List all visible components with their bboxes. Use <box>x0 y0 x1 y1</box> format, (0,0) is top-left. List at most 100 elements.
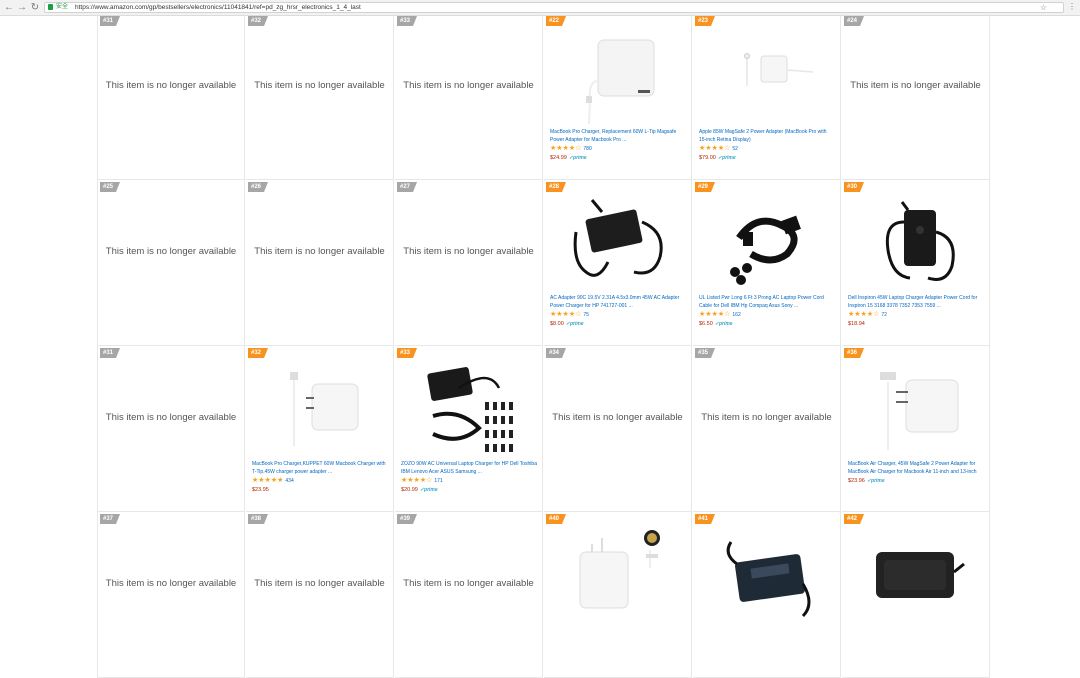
slim-charger-image[interactable] <box>866 524 966 624</box>
back-icon[interactable]: ← <box>4 2 14 13</box>
stars-icon: ★★★★☆ <box>699 145 731 152</box>
product-cell[interactable]: #33 ZOZO 90W AC Universal Laptop Charger … <box>395 346 543 512</box>
power-cord-image[interactable] <box>717 192 817 292</box>
product-cell: #38 This item is no longer available <box>246 512 394 678</box>
product-cell: #34 This item is no longer available <box>544 346 692 512</box>
magsafe-white-badge-image[interactable] <box>568 524 668 624</box>
review-count-link[interactable]: 52 <box>732 146 738 152</box>
price: $6.50 <box>699 321 713 327</box>
product-cell[interactable]: #22 MacBook Pro Charger, Replacement 60W … <box>544 14 692 180</box>
url-text[interactable]: https://www.amazon.com/gp/bestsellers/el… <box>75 3 361 12</box>
magsafe2-t-tip-image[interactable] <box>866 358 966 458</box>
unavailable-message: This item is no longer available <box>403 80 534 91</box>
product-cell: #27 This item is no longer available <box>395 180 543 346</box>
product-title-link[interactable]: MacBook Pro Charger,KUPPET 60W Macbook C… <box>252 460 388 476</box>
rank-badge: #38 <box>248 514 269 524</box>
price: $20.99 <box>401 487 418 493</box>
hp-charger-image[interactable] <box>717 524 817 624</box>
browser-menu-icon[interactable]: ⋮ <box>1068 2 1076 11</box>
prime-badge: ✓prime <box>714 321 733 327</box>
magsafe2-white-image[interactable] <box>270 358 370 458</box>
product-cell[interactable]: #23 Apple 85W MagSafe 2 Power Adapter (Ma… <box>693 14 841 180</box>
review-count-link[interactable]: 162 <box>732 312 740 318</box>
price-line: $6.50 ✓prime <box>699 320 733 328</box>
star-rating[interactable]: ★★★★☆ 780 <box>550 145 592 153</box>
rank-badge: #26 <box>248 182 269 192</box>
unavailable-message: This item is no longer available <box>701 412 832 423</box>
product-cell[interactable]: #30 Dell Inspiron 45W Laptop Charger Adap… <box>842 180 990 346</box>
rank-badge: #42 <box>844 514 865 524</box>
star-rating[interactable]: ★★★★☆ 72 <box>848 311 887 319</box>
price-line: $20.99 ✓prime <box>401 486 438 494</box>
unavailable-message: This item is no longer available <box>850 80 981 91</box>
bookmark-star-icon[interactable]: ☆ <box>1040 3 1047 12</box>
product-cell: #31 This item is no longer available <box>97 14 245 180</box>
star-rating[interactable]: ★★★★☆ 171 <box>401 477 443 485</box>
rank-badge: #32 <box>248 348 269 358</box>
product-cell[interactable]: #32 MacBook Pro Charger,KUPPET 60W Macboo… <box>246 346 394 512</box>
rank-badge: #34 <box>546 348 567 358</box>
rank-badge: #39 <box>397 514 418 524</box>
unavailable-message: This item is no longer available <box>403 246 534 257</box>
product-title-link[interactable]: ZOZO 90W AC Universal Laptop Charger for… <box>401 460 537 476</box>
stars-icon: ★★★★☆ <box>550 311 582 318</box>
review-count-link[interactable]: 780 <box>583 146 591 152</box>
magsafe-l-charger-image[interactable] <box>568 26 668 126</box>
reload-icon[interactable]: ↻ <box>30 2 40 13</box>
product-cell[interactable]: #41 <box>693 512 841 678</box>
forward-icon[interactable]: → <box>17 2 27 13</box>
review-count-link[interactable]: 171 <box>434 478 442 484</box>
star-rating[interactable]: ★★★★☆ 75 <box>550 311 589 319</box>
star-rating[interactable]: ★★★★★ 434 <box>252 477 294 485</box>
stars-icon: ★★★★☆ <box>550 145 582 152</box>
rank-badge: #29 <box>695 182 716 192</box>
product-cell: #39 This item is no longer available <box>395 512 543 678</box>
product-cell: #31 This item is no longer available <box>97 346 245 512</box>
product-cell[interactable]: #42 <box>842 512 990 678</box>
unavailable-message: This item is no longer available <box>105 578 237 589</box>
rank-badge: #41 <box>695 514 716 524</box>
black-laptop-charger-image[interactable] <box>568 192 668 292</box>
unavailable-message: This item is no longer available <box>403 578 534 589</box>
stars-icon: ★★★★☆ <box>401 477 433 484</box>
rank-badge: #23 <box>695 16 716 26</box>
rank-badge: #36 <box>844 348 865 358</box>
price: $23.95 <box>252 487 269 493</box>
rank-badge: #35 <box>695 348 716 358</box>
price: $79.00 <box>699 155 716 161</box>
price-line: $24.99 ✓prime <box>550 154 587 162</box>
review-count-link[interactable]: 434 <box>285 478 293 484</box>
product-cell[interactable]: #36 MacBook Air Charger, 45W MagSafe 2 Po… <box>842 346 990 512</box>
star-rating[interactable]: ★★★★☆ 162 <box>699 311 741 319</box>
product-cell[interactable]: #40 <box>544 512 692 678</box>
rank-badge: #27 <box>397 182 418 192</box>
product-cell: #35 This item is no longer available <box>693 346 841 512</box>
product-title-link[interactable]: AC Adapter 90C 19.5V 2.31A 4.5x3.0mm 45W… <box>550 294 686 310</box>
rank-badge: #28 <box>546 182 567 192</box>
price: $23.96 <box>848 478 865 484</box>
review-count-link[interactable]: 72 <box>881 312 887 318</box>
secure-label: 安全 <box>56 4 69 10</box>
prime-badge: ✓prime <box>568 155 587 161</box>
rank-badge: #25 <box>100 182 121 192</box>
unavailable-message: This item is no longer available <box>105 80 237 91</box>
product-title-link[interactable]: Apple 85W MagSafe 2 Power Adapter (MacBo… <box>699 128 835 144</box>
product-cell[interactable]: #28 AC Adapter 90C 19.5V 2.31A 4.5x3.0mm … <box>544 180 692 346</box>
dell-charger-image[interactable] <box>866 192 966 292</box>
product-title-link[interactable]: MacBook Air Charger, 45W MagSafe 2 Power… <box>848 460 984 476</box>
lock-icon <box>48 4 53 10</box>
prime-badge: ✓prime <box>866 478 885 484</box>
star-rating[interactable]: ★★★★☆ 52 <box>699 145 738 153</box>
unavailable-message: This item is no longer available <box>254 246 385 257</box>
rank-badge: #30 <box>844 182 865 192</box>
address-bar[interactable]: 安全 https://www.amazon.com/gp/bestsellers… <box>44 2 1064 13</box>
magsafe2-adapter-image[interactable] <box>717 26 817 126</box>
stars-icon: ★★★★☆ <box>848 311 880 318</box>
product-title-link[interactable]: Dell Inspiron 45W Laptop Charger Adapter… <box>848 294 984 310</box>
universal-charger-image[interactable] <box>419 358 519 458</box>
product-cell[interactable]: #29 UL Listed Pwr Long 6 Ft 3 Prong AC La… <box>693 180 841 346</box>
product-title-link[interactable]: MacBook Pro Charger, Replacement 60W L-T… <box>550 128 686 144</box>
price-line: $23.96 ✓prime <box>848 477 885 485</box>
product-title-link[interactable]: UL Listed Pwr Long 6 Ft 3 Prong AC Lapto… <box>699 294 835 310</box>
review-count-link[interactable]: 75 <box>583 312 589 318</box>
